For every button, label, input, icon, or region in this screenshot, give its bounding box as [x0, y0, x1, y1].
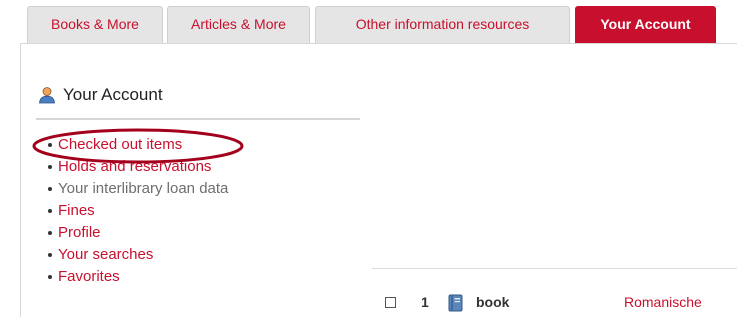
menu-item-profile[interactable]: Profile	[48, 222, 228, 244]
menu-item-label[interactable]: Checked out items	[58, 134, 182, 156]
tab-articles-and-more[interactable]: Articles & More	[167, 6, 310, 43]
tab-bar: Books & More Articles & More Other infor…	[0, 0, 737, 44]
bullet-icon	[48, 231, 52, 235]
book-icon	[448, 294, 463, 312]
menu-item-favorites[interactable]: Favorites	[48, 266, 228, 288]
user-icon	[39, 87, 55, 104]
tab-books-and-more[interactable]: Books & More	[27, 6, 163, 43]
menu-item-label: Your interlibrary loan data	[58, 180, 229, 197]
account-heading-label: Your Account	[63, 85, 163, 104]
tab-other-information-resources[interactable]: Other information resources	[315, 6, 570, 43]
menu-item-your-searches[interactable]: Your searches	[48, 244, 228, 266]
result-title-link[interactable]: Romanische	[624, 294, 702, 310]
result-row: 1 book Romanische	[385, 294, 737, 314]
bullet-icon	[48, 187, 52, 191]
menu-item-holds-and-reservations[interactable]: Holds and reservations	[48, 156, 228, 178]
menu-item-checked-out-items[interactable]: Checked out items	[48, 134, 228, 156]
menu-item-fines[interactable]: Fines	[48, 200, 228, 222]
bullet-icon	[48, 143, 52, 147]
menu-item-label[interactable]: Profile	[58, 222, 101, 244]
menu-item-label[interactable]: Holds and reservations	[58, 156, 211, 178]
library-account-page: Books & More Articles & More Other infor…	[0, 0, 737, 317]
bullet-icon	[48, 165, 52, 169]
results-divider	[372, 268, 737, 269]
menu-item-interlibrary-loan-data: Your interlibrary loan data	[48, 178, 228, 200]
result-number: 1	[421, 294, 429, 310]
bullet-icon	[48, 275, 52, 279]
menu-item-label[interactable]: Favorites	[58, 266, 120, 288]
menu-item-label[interactable]: Your searches	[58, 244, 153, 266]
tab-your-account[interactable]: Your Account	[575, 6, 716, 43]
result-select-checkbox[interactable]	[385, 297, 396, 308]
account-menu: Checked out items Holds and reservations…	[48, 134, 228, 288]
result-type-label: book	[476, 294, 510, 310]
menu-item-label[interactable]: Fines	[58, 200, 95, 222]
heading-divider	[36, 118, 360, 120]
bullet-icon	[48, 253, 52, 257]
bullet-icon	[48, 209, 52, 213]
account-heading: Your Account	[38, 84, 163, 106]
